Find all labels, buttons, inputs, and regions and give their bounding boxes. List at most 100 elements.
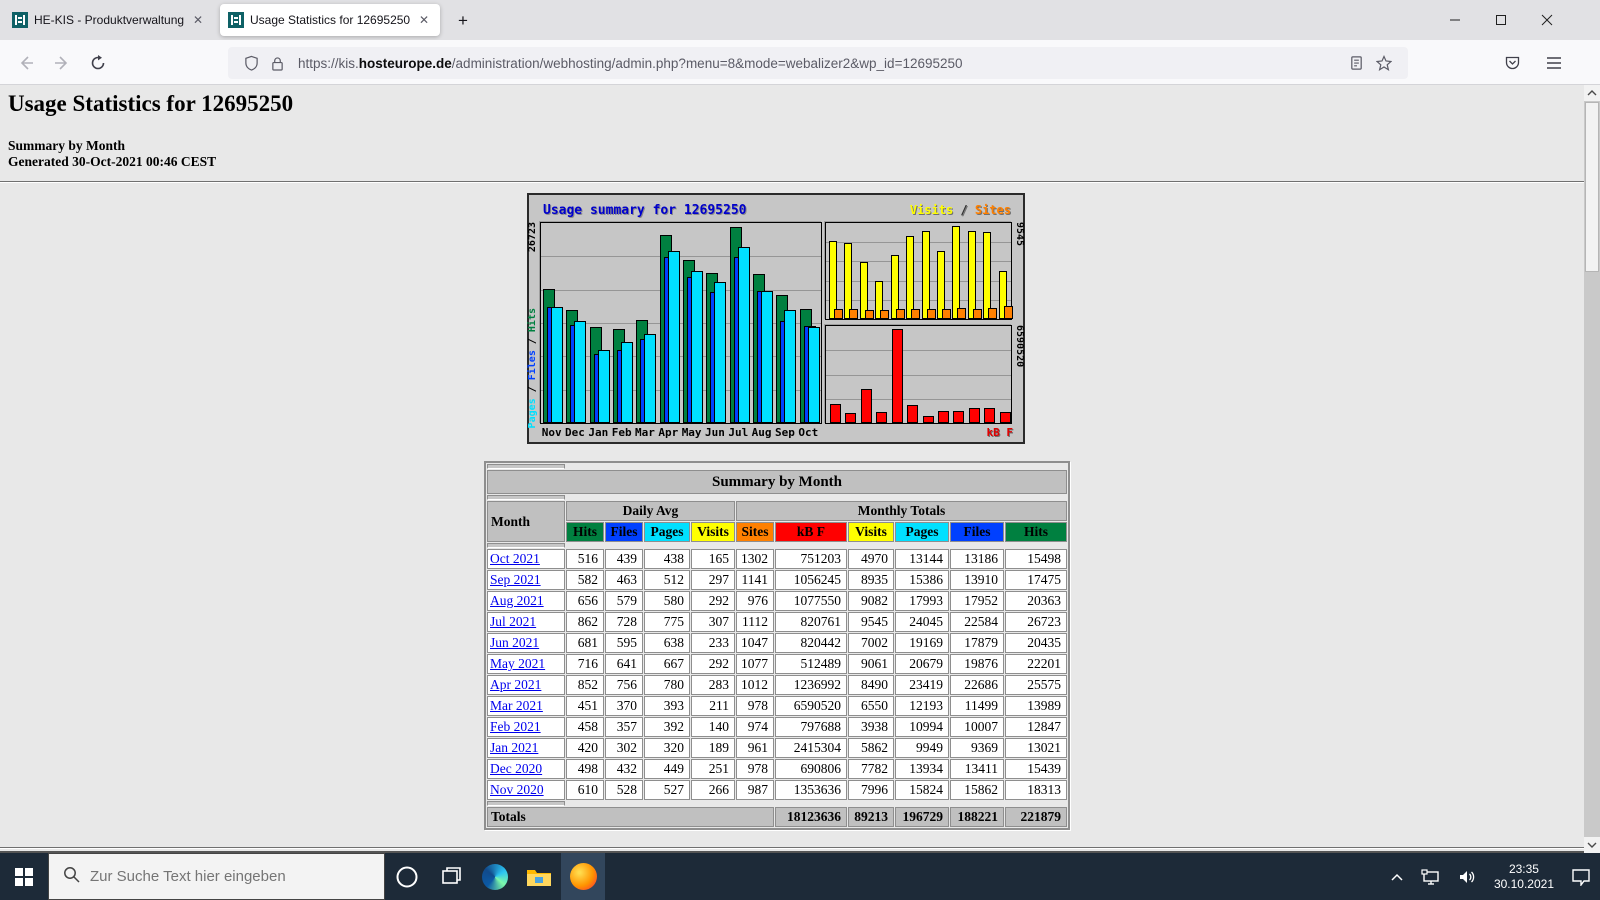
table-cell: 307 <box>691 612 735 632</box>
taskbar-search-box[interactable] <box>48 853 385 900</box>
table-cell: 9061 <box>848 654 894 674</box>
table-cell: 320 <box>644 738 690 758</box>
table-cell: 775 <box>644 612 690 632</box>
month-link[interactable]: Nov 2020 <box>490 782 544 797</box>
table-cell: 667 <box>644 654 690 674</box>
tab-hekis[interactable]: HE-KIS - Produktverwaltung > V ✕ <box>4 4 214 36</box>
start-button[interactable] <box>0 853 48 900</box>
window-minimize-button[interactable] <box>1432 0 1478 40</box>
table-row: Aug 202165657958029297610775509082179931… <box>487 591 1067 611</box>
month-axis-label: Sep <box>773 426 796 439</box>
firefox-button[interactable] <box>561 853 605 900</box>
lock-icon[interactable] <box>271 56 284 71</box>
table-cell: 641 <box>605 654 643 674</box>
window-close-button[interactable] <box>1524 0 1570 40</box>
tray-chevron-button[interactable] <box>1382 853 1412 900</box>
bar <box>714 282 726 423</box>
table-cell: 797688 <box>775 717 847 737</box>
menu-button[interactable] <box>1538 47 1570 79</box>
reader-view-icon[interactable] <box>1349 55 1364 71</box>
table-cell: 3938 <box>848 717 894 737</box>
tab-title: Usage Statistics for 12695250 - S <box>250 13 410 27</box>
table-cell: 9949 <box>895 738 949 758</box>
summary-by-month-label: Summary by Month <box>8 138 125 154</box>
page-title: Usage Statistics for 12695250 <box>8 91 293 117</box>
table-cell: 20363 <box>1005 591 1067 611</box>
table-cell: 6550 <box>848 696 894 716</box>
month-link[interactable]: Oct 2021 <box>490 551 540 566</box>
month-link[interactable]: Apr 2021 <box>490 677 541 692</box>
month-axis-label: Nov <box>540 426 563 439</box>
taskbar-clock[interactable]: 23:35 30.10.2021 <box>1486 862 1562 892</box>
table-cell: 19169 <box>895 633 949 653</box>
table-cell: 681 <box>566 633 604 653</box>
table-cell-month: Dec 2020 <box>487 759 565 779</box>
tab-usage-statistics[interactable]: Usage Statistics for 12695250 - S ✕ <box>220 4 440 36</box>
bar <box>1004 306 1013 319</box>
bar <box>738 247 750 423</box>
pocket-button[interactable] <box>1496 47 1528 79</box>
month-link[interactable]: Dec 2020 <box>490 761 542 776</box>
table-row: Feb 202145835739214097479768839381099410… <box>487 717 1067 737</box>
hamburger-icon <box>1546 56 1562 70</box>
bar <box>829 241 837 319</box>
table-cell: 976 <box>736 591 774 611</box>
scroll-down-arrow[interactable] <box>1584 837 1600 853</box>
month-link[interactable]: May 2021 <box>490 656 545 671</box>
table-cell: 638 <box>644 633 690 653</box>
bar <box>984 408 995 423</box>
edge-button[interactable] <box>473 853 517 900</box>
month-link[interactable]: Sep 2021 <box>490 572 541 587</box>
table-cell: 13989 <box>1005 696 1067 716</box>
table-cell: 10994 <box>895 717 949 737</box>
table-cell: 7002 <box>848 633 894 653</box>
table-cell: 17993 <box>895 591 949 611</box>
totals-cell: 89213 <box>848 807 894 827</box>
month-link[interactable]: Jul 2021 <box>490 614 536 629</box>
table-cell: 17952 <box>950 591 1004 611</box>
bar <box>784 310 796 423</box>
month-link[interactable]: Jan 2021 <box>490 740 538 755</box>
bar <box>865 310 874 319</box>
tab-close-icon[interactable]: ✕ <box>416 12 432 28</box>
back-button[interactable] <box>10 47 42 79</box>
url-bar[interactable]: https://kis.hosteurope.de/administration… <box>228 47 1408 79</box>
action-center-button[interactable] <box>1562 853 1600 900</box>
month-axis-label: Aug <box>750 426 773 439</box>
table-cell: 12847 <box>1005 717 1067 737</box>
bar <box>761 291 773 423</box>
new-tab-button[interactable]: + <box>450 8 476 34</box>
month-link[interactable]: Aug 2021 <box>490 593 544 608</box>
table-cell: 728 <box>605 612 643 632</box>
tracking-shield-icon[interactable] <box>244 55 259 71</box>
reload-button[interactable] <box>82 47 114 79</box>
file-explorer-button[interactable] <box>517 853 561 900</box>
tab-close-icon[interactable]: ✕ <box>190 12 206 28</box>
month-link[interactable]: Jun 2021 <box>490 635 539 650</box>
cortana-button[interactable] <box>385 853 429 900</box>
month-link[interactable]: Mar 2021 <box>490 698 543 713</box>
table-cell: 211 <box>691 696 735 716</box>
table-row: Sep 202158246351229711411056245893515386… <box>487 570 1067 590</box>
window-maximize-button[interactable] <box>1478 0 1524 40</box>
bar <box>668 251 680 423</box>
scroll-up-arrow[interactable] <box>1584 85 1600 101</box>
monthly-totals-header: Monthly Totals <box>736 501 1067 521</box>
forward-button[interactable] <box>46 47 78 79</box>
task-view-button[interactable] <box>429 853 473 900</box>
bookmark-star-icon[interactable] <box>1376 55 1392 71</box>
column-header: Files <box>605 522 643 542</box>
volume-button[interactable] <box>1450 853 1486 900</box>
network-button[interactable] <box>1412 853 1450 900</box>
separator-strip <box>487 464 565 469</box>
month-link[interactable]: Feb 2021 <box>490 719 541 734</box>
table-cell: 780 <box>644 675 690 695</box>
table-cell: 420 <box>566 738 604 758</box>
bar <box>845 413 856 423</box>
bar <box>1000 412 1011 423</box>
search-input[interactable] <box>90 868 360 885</box>
bar <box>983 232 991 319</box>
scrollbar-thumb[interactable] <box>1585 102 1599 272</box>
table-cell: 22686 <box>950 675 1004 695</box>
vertical-scrollbar[interactable] <box>1584 85 1600 853</box>
